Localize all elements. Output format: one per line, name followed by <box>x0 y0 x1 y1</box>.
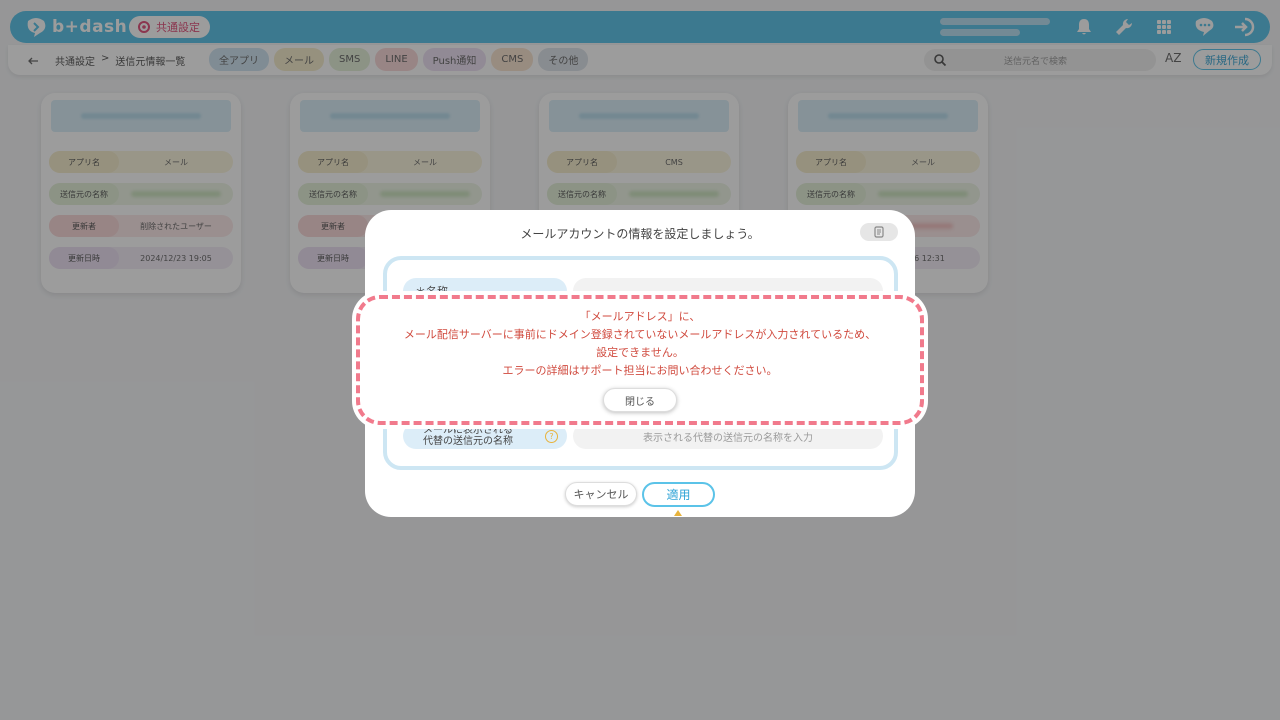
error-message: 「メールアドレス」に、 メール配信サーバーに事前にドメイン登録されていないメール… <box>352 308 928 380</box>
error-line: 設定できません。 <box>596 346 684 359</box>
cancel-button[interactable]: キャンセル <box>565 482 637 506</box>
error-dialog: 「メールアドレス」に、 メール配信サーバーに事前にドメイン登録されていないメール… <box>352 291 928 429</box>
help-icon[interactable]: ? <box>545 430 558 443</box>
error-line: 「メールアドレス」に、 <box>579 310 701 323</box>
tooltip-caret-icon <box>674 510 682 516</box>
close-button[interactable]: 閉じる <box>603 388 677 412</box>
modal-title: メールアカウントの情報を設定しましょう。 <box>520 227 760 241</box>
error-line: メール配信サーバーに事前にドメイン登録されていないメールアドレスが入力されている… <box>403 328 877 341</box>
apply-button[interactable]: 適用 <box>642 482 715 507</box>
document-icon[interactable] <box>860 223 898 241</box>
error-line: エラーの詳細はサポート担当にお問い合わせください。 <box>502 364 778 377</box>
